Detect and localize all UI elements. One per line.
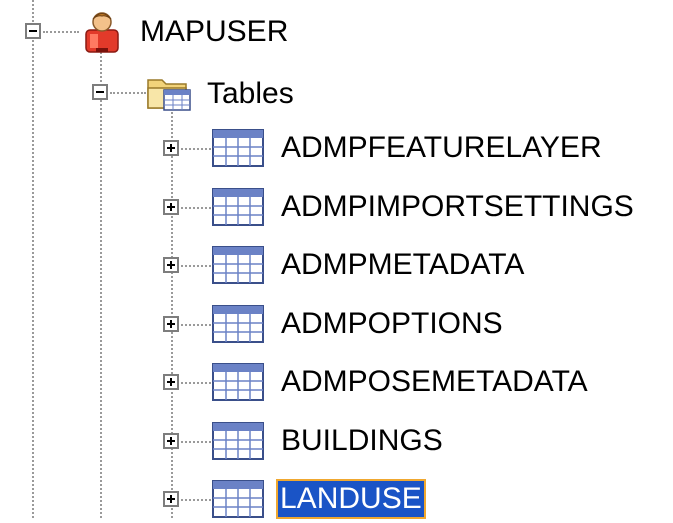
collapse-tables-toggle[interactable] bbox=[92, 84, 108, 100]
table-icon bbox=[212, 246, 264, 289]
tree-item-table-label[interactable]: ADMPIMPORTSETTINGS bbox=[281, 189, 634, 225]
table-icon bbox=[212, 422, 264, 465]
schema-tree: MAPUSER Tables ADMPFEATURELAYER ADMPIMPOR… bbox=[0, 0, 673, 519]
tree-connector bbox=[181, 324, 211, 326]
table-icon bbox=[212, 480, 264, 523]
tree-item-table-label[interactable]: ADMPFEATURELAYER bbox=[281, 130, 602, 166]
tree-item-table-label[interactable]: ADMPOSEMETADATA bbox=[281, 364, 588, 400]
expand-table-toggle[interactable] bbox=[163, 374, 179, 390]
table-icon bbox=[212, 363, 264, 406]
tree-item-table-label[interactable]: ADMPOPTIONS bbox=[281, 306, 503, 342]
tree-connector bbox=[181, 499, 211, 501]
expand-table-toggle[interactable] bbox=[163, 316, 179, 332]
tree-item-mapuser-label[interactable]: MAPUSER bbox=[140, 14, 288, 50]
tree-guide-user bbox=[100, 48, 102, 518]
tree-item-tables-label[interactable]: Tables bbox=[207, 76, 294, 112]
tree-connector bbox=[181, 441, 211, 443]
expand-table-toggle[interactable] bbox=[163, 257, 179, 273]
tree-guide-tables bbox=[171, 112, 173, 518]
tree-connector bbox=[181, 265, 211, 267]
expand-table-toggle[interactable] bbox=[163, 491, 179, 507]
expand-table-toggle[interactable] bbox=[163, 140, 179, 156]
table-icon bbox=[212, 129, 264, 172]
tree-connector bbox=[43, 31, 79, 33]
expand-table-toggle[interactable] bbox=[163, 199, 179, 215]
tree-connector bbox=[181, 207, 211, 209]
collapse-mapuser-toggle[interactable] bbox=[25, 23, 41, 39]
tree-item-table-label[interactable]: LANDUSE bbox=[276, 479, 426, 519]
user-icon bbox=[80, 8, 124, 59]
table-icon bbox=[212, 305, 264, 348]
tree-guide-root bbox=[32, 0, 34, 518]
tree-connector bbox=[181, 148, 211, 150]
tree-connector bbox=[110, 92, 146, 94]
tree-item-table-label[interactable]: BUILDINGS bbox=[281, 423, 443, 459]
tree-item-table-label[interactable]: ADMPMETADATA bbox=[281, 247, 524, 283]
tree-connector bbox=[181, 382, 211, 384]
folder-icon bbox=[146, 72, 194, 117]
expand-table-toggle[interactable] bbox=[163, 433, 179, 449]
table-icon bbox=[212, 188, 264, 231]
